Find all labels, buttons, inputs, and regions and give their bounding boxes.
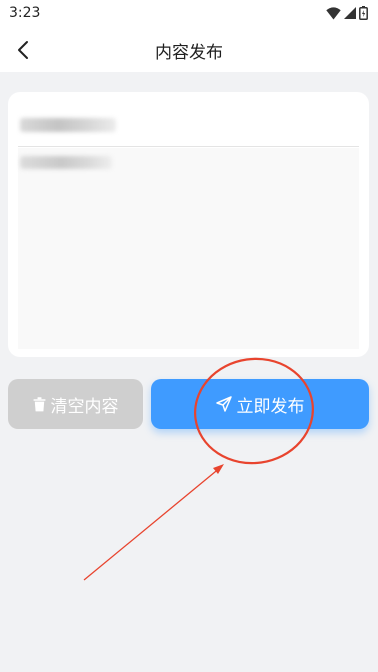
battery-icon	[359, 6, 368, 20]
signal-icon	[344, 7, 356, 19]
send-icon	[215, 396, 232, 412]
content-redacted	[20, 156, 112, 169]
status-bar: 3:23	[0, 0, 378, 28]
status-time: 3:23	[9, 5, 41, 21]
publish-now-label: 立即发布	[236, 396, 305, 417]
clear-content-button[interactable]: 清空内容	[8, 379, 143, 429]
annotation-arrow-head	[213, 464, 224, 474]
annotation-arrow-line	[83, 466, 222, 581]
divider	[18, 146, 359, 147]
status-icons	[326, 5, 368, 21]
clear-content-label: 清空内容	[50, 396, 119, 417]
content-textarea[interactable]	[18, 148, 359, 349]
nav-bar: 内容发布	[0, 28, 378, 72]
post-form-card	[8, 92, 369, 357]
publish-now-button[interactable]: 立即发布	[151, 379, 369, 429]
wifi-icon	[326, 6, 341, 19]
title-redacted	[20, 118, 116, 132]
trash-icon	[33, 396, 46, 412]
page-title: 内容发布	[155, 43, 223, 63]
